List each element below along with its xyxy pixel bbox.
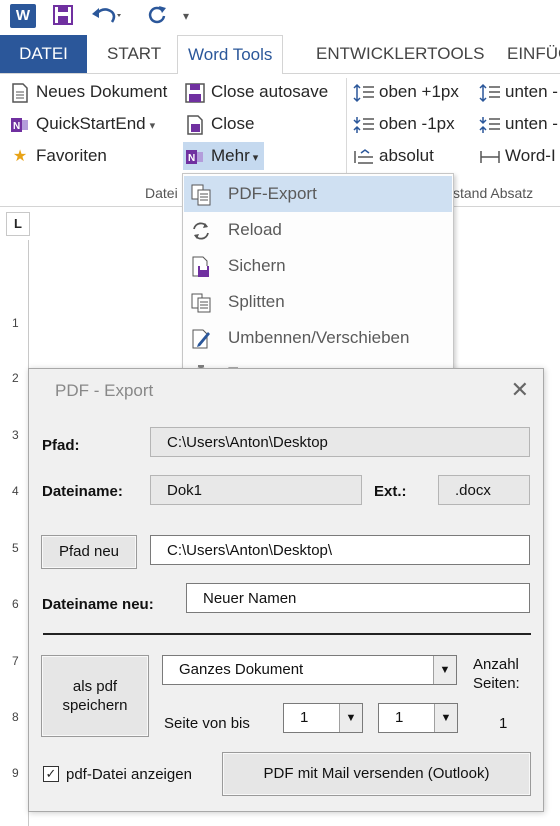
- close-autosave-button[interactable]: Close autosave: [185, 78, 328, 106]
- chevron-down-icon: ▾: [252, 152, 259, 164]
- tab-datei[interactable]: DATEI: [0, 35, 87, 73]
- pfad-label: Pfad:: [42, 437, 80, 454]
- redo-icon[interactable]: [146, 4, 168, 32]
- show-pdf-checkbox[interactable]: ✓: [43, 766, 59, 782]
- als-pdf-speichern-button[interactable]: als pdf speichern: [41, 655, 149, 737]
- dateiname-neu-label: Dateiname neu:: [42, 596, 154, 613]
- favoriten-button[interactable]: ★ Favoriten: [10, 142, 107, 170]
- group-label-datei: Datei: [145, 185, 178, 201]
- svg-text:N: N: [13, 121, 20, 132]
- pdf-export-dialog: PDF - Export ✕ Pfad: C:\Users\Anton\Desk…: [28, 368, 544, 812]
- show-pdf-label: pdf-Datei anzeigen: [66, 766, 192, 783]
- chevron-down-icon[interactable]: ▼: [434, 704, 457, 732]
- undo-icon[interactable]: [90, 4, 124, 32]
- spacing-up-icon: [353, 83, 374, 103]
- unten-minus-button[interactable]: unten -: [479, 110, 558, 138]
- anzahl-seiten-value: 1: [499, 715, 508, 732]
- mail-send-button[interactable]: PDF mit Mail versenden (Outlook): [222, 752, 531, 796]
- pdf-export-icon: [190, 184, 212, 206]
- close-autosave-icon: [185, 82, 205, 103]
- pfad-neu-input[interactable]: C:\Users\Anton\Desktop\: [150, 535, 530, 565]
- tab-word-tools[interactable]: Word Tools: [177, 35, 284, 75]
- neues-dokument-button[interactable]: Neues Dokument: [10, 78, 167, 106]
- menu-item-sichern[interactable]: Sichern: [184, 248, 452, 284]
- word-app-icon: W: [10, 4, 36, 28]
- group-label-abstand-absatz: stand Absatz: [453, 185, 534, 201]
- seite-von-bis-label: Seite von bis: [164, 715, 250, 732]
- dateiname-neu-input[interactable]: Neuer Namen: [186, 583, 530, 613]
- menu-item-reload[interactable]: Reload: [184, 212, 452, 248]
- ext-label: Ext.:: [374, 483, 407, 500]
- ruler-tab-selector[interactable]: L: [6, 212, 30, 236]
- close-icon[interactable]: ✕: [511, 377, 529, 403]
- oben-minus-button[interactable]: oben -1px: [353, 110, 455, 138]
- ribbon-tab-bar: DATEI START Word Tools ENTWICKLERTOOLS E…: [0, 35, 560, 75]
- menu-item-splitten[interactable]: Splitten: [184, 284, 452, 320]
- pfad-neu-button[interactable]: Pfad neu: [41, 535, 137, 569]
- close-doc-icon: [185, 114, 205, 135]
- dateiname-field: Dok1: [150, 475, 362, 505]
- ruler-number: 1: [12, 316, 19, 330]
- customize-qat-icon[interactable]: ▾: [183, 4, 189, 28]
- ruler-number: 7: [12, 654, 19, 668]
- chevron-down-icon: ▾: [149, 120, 156, 132]
- ext-field: .docx: [438, 475, 530, 505]
- ruler-number: 8: [12, 710, 19, 724]
- dateiname-label: Dateiname:: [42, 483, 123, 500]
- chevron-down-icon[interactable]: ▼: [433, 656, 456, 684]
- quickstartend-button[interactable]: N QuickStartEnd ▾: [10, 110, 155, 138]
- vertical-ruler: 1 2 3 4 5 6 7 8 9: [6, 240, 29, 826]
- absolut-button[interactable]: absolut: [353, 142, 434, 170]
- unten-plus-button[interactable]: unten -: [479, 78, 558, 106]
- tab-einfuegen[interactable]: EINFÜG: [497, 35, 560, 73]
- word-button[interactable]: Word-I: [479, 142, 556, 170]
- mehr-button[interactable]: N Mehr ▾: [183, 142, 265, 170]
- page-range-select[interactable]: Ganzes Dokument ▼: [162, 655, 457, 685]
- close-button[interactable]: Close: [185, 110, 254, 138]
- tab-start[interactable]: START: [97, 35, 171, 73]
- rename-icon: [190, 328, 212, 350]
- svg-text:N: N: [188, 153, 195, 164]
- tab-entwicklertools[interactable]: ENTWICKLERTOOLS: [306, 35, 494, 73]
- page-to-select[interactable]: 1 ▼: [378, 703, 458, 733]
- ruler-number: 2: [12, 371, 19, 385]
- pfad-field: C:\Users\Anton\Desktop: [150, 427, 530, 457]
- onenote-icon: N: [10, 115, 30, 135]
- menu-item-pdf-export[interactable]: PDF-Export: [184, 176, 452, 212]
- ruler-number: 4: [12, 484, 19, 498]
- new-document-icon: [10, 82, 30, 103]
- absolute-icon: [353, 147, 373, 167]
- ruler-number: 3: [12, 428, 19, 442]
- oben-plus-button[interactable]: oben +1px: [353, 78, 459, 106]
- star-icon: ★: [12, 147, 28, 165]
- anzahl-seiten-label: Anzahl Seiten:: [473, 656, 520, 692]
- dialog-title: PDF - Export: [55, 381, 154, 400]
- ruler-number: 6: [12, 597, 19, 611]
- divider: [43, 633, 531, 635]
- ruler-number: 9: [12, 766, 19, 780]
- onenote-icon: N: [185, 147, 205, 167]
- page-from-select[interactable]: 1 ▼: [283, 703, 363, 733]
- quick-access-toolbar: W ▾: [0, 0, 560, 34]
- save-icon[interactable]: [52, 4, 74, 32]
- mehr-dropdown-menu: PDF-Export Reload Sichern Splitten Umben…: [182, 173, 454, 393]
- word-icon: [479, 147, 500, 167]
- spacing-up-icon: [479, 83, 500, 103]
- ruler-number: 5: [12, 541, 19, 555]
- save-icon: [190, 256, 212, 278]
- chevron-down-icon[interactable]: ▼: [339, 704, 362, 732]
- reload-icon: [190, 220, 212, 242]
- spacing-down-icon: [353, 115, 374, 135]
- split-icon: [190, 292, 212, 314]
- menu-item-umbennen-verschieben[interactable]: Umbennen/Verschieben: [184, 320, 452, 356]
- spacing-down-icon: [479, 115, 500, 135]
